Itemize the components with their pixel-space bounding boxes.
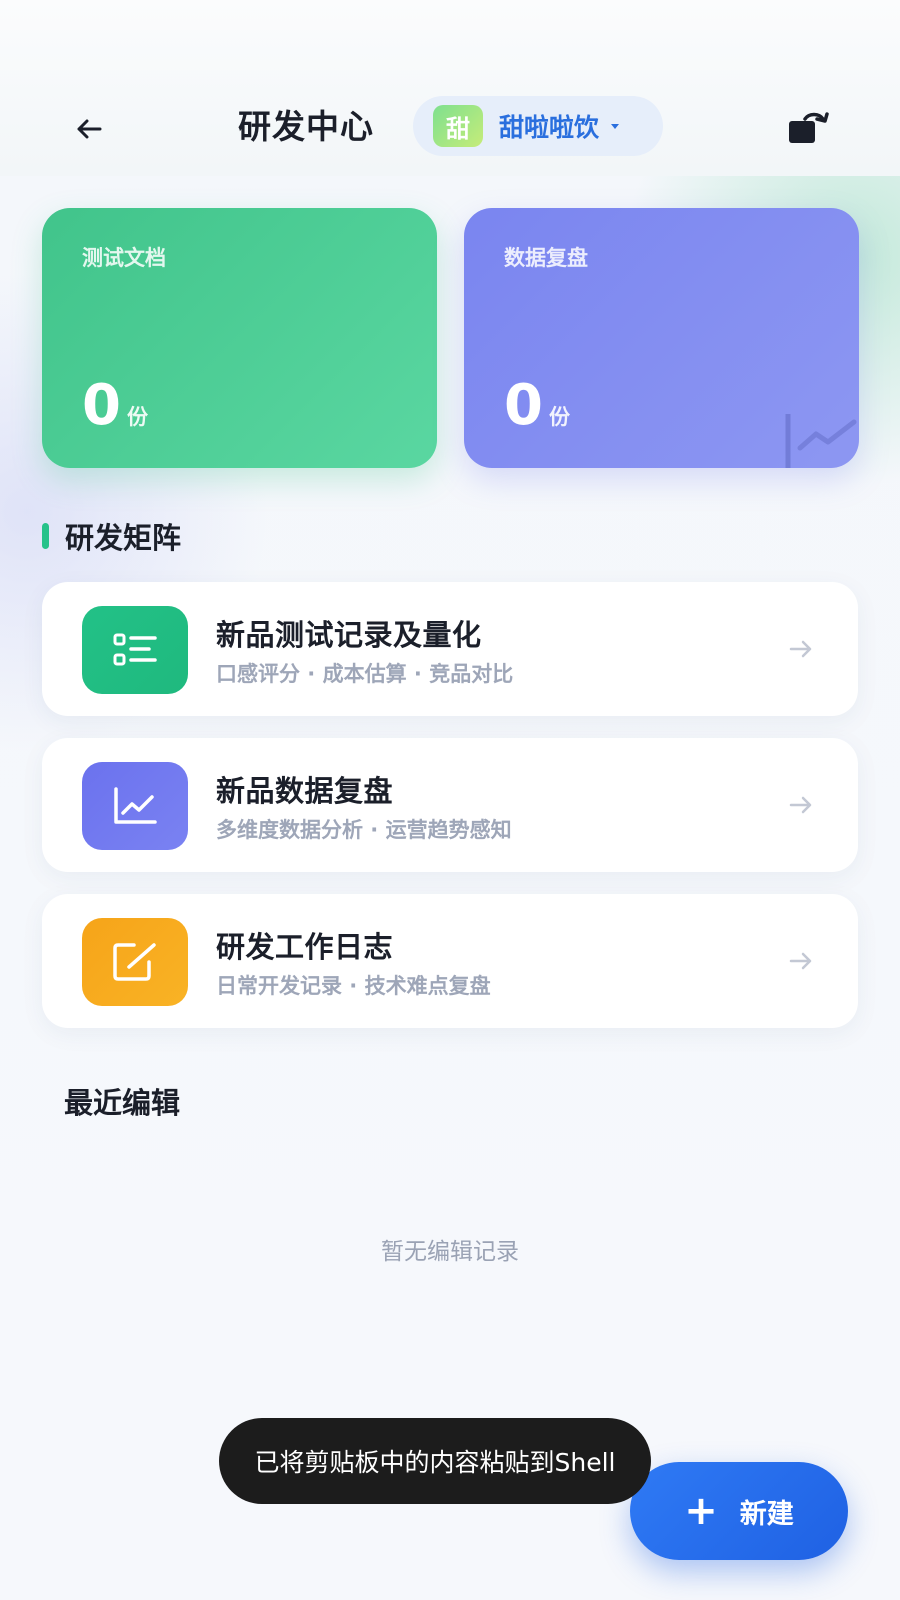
switch-account-button[interactable] <box>784 104 834 154</box>
section-accent-bar <box>42 523 49 549</box>
feature-card-data-review[interactable]: 新品数据复盘 多维度数据分析 · 运营趋势感知 <box>42 738 858 872</box>
arrow-right-icon <box>789 796 812 814</box>
back-button[interactable] <box>64 104 114 154</box>
stat-label: 测试文档 <box>82 246 166 270</box>
feature-subtitle: 口感评分 · 成本估算 · 竞品对比 <box>216 662 514 686</box>
section-title-text: 研发矩阵 <box>65 521 182 555</box>
section-title: 研发矩阵 <box>42 514 181 558</box>
stat-unit: 份 <box>548 405 570 429</box>
feature-card-product-test[interactable]: 新品测试记录及量化 口感评分 · 成本估算 · 竞品对比 <box>42 582 858 716</box>
toast-message: 已将剪贴板中的内容粘贴到Shell <box>219 1418 651 1504</box>
arrow-right-icon <box>789 640 812 658</box>
feature-icon-tile <box>82 606 188 694</box>
app-header: 研发中心 甜 甜啦啦饮 <box>0 0 900 176</box>
stat-value: 0 <box>82 373 121 438</box>
page-title: 研发中心 <box>238 107 374 146</box>
arrow-left-icon <box>77 119 102 139</box>
new-button[interactable]: + 新建 <box>630 1462 848 1560</box>
feature-subtitle: 日常开发记录 · 技术难点复盘 <box>216 974 491 998</box>
feature-card-work-log[interactable]: 研发工作日志 日常开发记录 · 技术难点复盘 <box>42 894 858 1028</box>
feature-icon-tile <box>82 762 188 850</box>
stat-card-data-review[interactable]: 数据复盘 0 份 <box>464 208 859 468</box>
feature-subtitle: 多维度数据分析 · 运营趋势感知 <box>216 818 512 842</box>
stat-value-group: 0 份 <box>82 376 148 436</box>
trend-watermark-icon <box>785 414 857 468</box>
brand-selector[interactable]: 甜 甜啦啦饮 <box>413 96 663 156</box>
trend-chart-icon <box>114 787 157 824</box>
stat-card-test-docs[interactable]: 测试文档 0 份 <box>42 208 437 468</box>
empty-state-text: 暂无编辑记录 <box>381 1239 519 1265</box>
toast-text: 已将剪贴板中的内容粘贴到Shell <box>254 1448 616 1477</box>
brand-avatar: 甜 <box>433 105 483 147</box>
brand-name: 甜啦啦饮 <box>499 113 600 142</box>
recent-section-title: 最近编辑 <box>64 1086 181 1120</box>
arrow-right-icon <box>789 952 812 970</box>
stat-label: 数据复盘 <box>504 246 588 270</box>
switch-account-icon <box>789 112 829 143</box>
feature-title: 研发工作日志 <box>216 930 394 964</box>
stat-value-group: 0 份 <box>504 376 570 436</box>
feature-icon-tile <box>82 918 188 1006</box>
stat-value: 0 <box>504 373 543 438</box>
stat-unit: 份 <box>126 405 148 429</box>
new-button-label: 新建 <box>739 1498 794 1530</box>
list-icon <box>113 633 157 666</box>
feature-title: 新品数据复盘 <box>216 774 394 808</box>
plus-icon: + <box>684 1488 718 1534</box>
feature-title: 新品测试记录及量化 <box>216 618 482 652</box>
edit-note-icon <box>113 943 156 981</box>
chevron-down-icon <box>611 123 620 129</box>
